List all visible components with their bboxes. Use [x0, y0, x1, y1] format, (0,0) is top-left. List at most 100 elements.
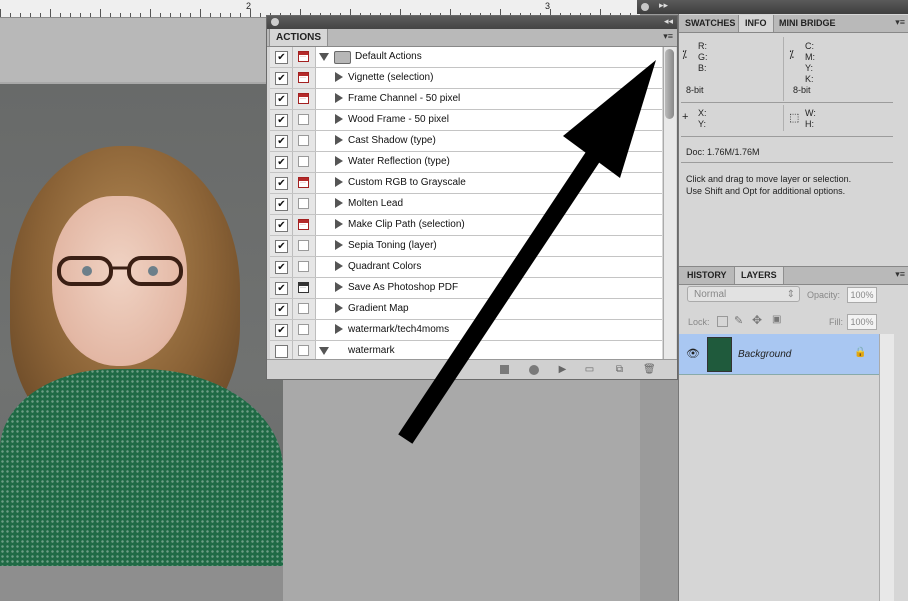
action-set-row[interactable]: watermark: [270, 341, 662, 361]
tab-history[interactable]: HISTORY: [681, 267, 733, 284]
action-row[interactable]: ✔ Make Clip Path (selection): [270, 215, 662, 236]
lock-move-icon[interactable]: ✥: [752, 313, 762, 327]
panel-menu-icon[interactable]: ▾≡: [895, 269, 905, 280]
item-toggle-checkbox[interactable]: ✔: [275, 93, 288, 106]
dialog-toggle-icon[interactable]: [298, 198, 309, 209]
disclosure-right-icon[interactable]: [335, 282, 343, 292]
eyedropper-icon[interactable]: ⁒: [682, 48, 687, 61]
dialog-toggle-icon[interactable]: [298, 51, 309, 62]
dock-close-icon[interactable]: [641, 3, 649, 11]
tab-mini-bridge[interactable]: MINI BRIDGE: [773, 15, 842, 32]
action-row[interactable]: ✔ Sepia Toning (layer): [270, 236, 662, 257]
close-icon[interactable]: [271, 18, 279, 26]
dialog-toggle-icon[interactable]: [298, 72, 309, 83]
dialog-toggle-icon[interactable]: [298, 93, 309, 104]
actions-panel[interactable]: ◂◂ ACTIONS ▾≡ ✔ Default Actions ✔ Vignette …: [266, 15, 678, 380]
action-row[interactable]: ✔ Gradient Map: [270, 299, 662, 320]
record-icon[interactable]: [529, 365, 539, 375]
disclosure-right-icon[interactable]: [335, 72, 343, 82]
actions-panel-titlebar[interactable]: ◂◂: [267, 16, 677, 29]
opacity-field[interactable]: 100%: [847, 287, 877, 303]
tab-layers[interactable]: LAYERS: [734, 267, 784, 284]
layer-name[interactable]: Background: [738, 349, 791, 360]
expand-icon[interactable]: ▸▸: [659, 0, 668, 11]
disclosure-right-icon[interactable]: [335, 135, 343, 145]
dialog-toggle-icon[interactable]: [298, 177, 309, 188]
item-toggle-checkbox[interactable]: ✔: [275, 303, 288, 316]
new-action-icon[interactable]: ⧉: [614, 364, 625, 375]
disclosure-right-icon[interactable]: [335, 324, 343, 334]
item-toggle-checkbox[interactable]: ✔: [275, 177, 288, 190]
dialog-toggle-icon[interactable]: [298, 324, 309, 335]
document-photo[interactable]: [0, 84, 283, 566]
item-toggle-checkbox[interactable]: ✔: [275, 114, 288, 127]
disclosure-right-icon[interactable]: [335, 261, 343, 271]
action-row[interactable]: ✔ Vignette (selection): [270, 68, 662, 89]
layer-thumbnail: [707, 337, 732, 372]
lock-brush-icon[interactable]: ✎: [734, 314, 743, 327]
trash-icon[interactable]: 🗑: [643, 364, 656, 375]
disclosure-right-icon[interactable]: [335, 156, 343, 166]
collapse-icon[interactable]: ◂◂: [664, 16, 673, 27]
dialog-toggle-icon[interactable]: [298, 303, 309, 314]
dialog-toggle-icon[interactable]: [298, 345, 309, 356]
item-toggle-checkbox[interactable]: ✔: [275, 219, 288, 232]
scrollbar-thumb[interactable]: [665, 49, 674, 119]
disclosure-right-icon[interactable]: [335, 93, 343, 103]
action-row[interactable]: ✔ Custom RGB to Grayscale: [270, 173, 662, 194]
layers-scrollbar[interactable]: [879, 334, 894, 601]
item-toggle-checkbox[interactable]: [275, 345, 288, 358]
disclosure-right-icon[interactable]: [335, 114, 343, 124]
tab-info[interactable]: INFO: [738, 15, 774, 32]
disclosure-right-icon[interactable]: [335, 219, 343, 229]
blend-mode-select[interactable]: Normal ⇕: [687, 286, 800, 302]
play-icon[interactable]: ▶: [557, 364, 568, 375]
disclosure-down-icon[interactable]: [319, 347, 329, 355]
dialog-toggle-icon[interactable]: [298, 282, 309, 293]
disclosure-right-icon[interactable]: [335, 240, 343, 250]
action-row[interactable]: ✔ Quadrant Colors: [270, 257, 662, 278]
item-toggle-checkbox[interactable]: ✔: [275, 282, 288, 295]
item-toggle-checkbox[interactable]: ✔: [275, 135, 288, 148]
action-row[interactable]: ✔ Water Reflection (type): [270, 152, 662, 173]
lock-transparent-icon[interactable]: [717, 316, 728, 327]
action-row[interactable]: ✔ Wood Frame - 50 pixel: [270, 110, 662, 131]
panel-menu-icon[interactable]: ▾≡: [663, 31, 673, 42]
panel-menu-icon[interactable]: ▾≡: [895, 17, 905, 28]
item-toggle-checkbox[interactable]: ✔: [275, 51, 288, 64]
dialog-toggle-icon[interactable]: [298, 114, 309, 125]
action-row[interactable]: ✔ Save As Photoshop PDF: [270, 278, 662, 299]
action-row[interactable]: ✔ Cast Shadow (type): [270, 131, 662, 152]
eyedropper-icon[interactable]: ⁒: [789, 48, 794, 61]
action-row[interactable]: ✔ Frame Channel - 50 pixel: [270, 89, 662, 110]
dialog-toggle-icon[interactable]: [298, 219, 309, 230]
dialog-toggle-icon[interactable]: [298, 240, 309, 251]
disclosure-right-icon[interactable]: [335, 177, 343, 187]
disclosure-right-icon[interactable]: [335, 303, 343, 313]
stop-icon[interactable]: [500, 365, 509, 374]
action-set-row[interactable]: ✔ Default Actions: [270, 47, 662, 68]
visibility-eye-icon[interactable]: 👁: [686, 347, 700, 360]
dock-titlebar[interactable]: ▸▸: [637, 0, 908, 14]
new-set-icon[interactable]: ▭: [584, 364, 595, 375]
item-toggle-checkbox[interactable]: ✔: [275, 72, 288, 85]
dialog-toggle-icon[interactable]: [298, 156, 309, 167]
item-toggle-checkbox[interactable]: ✔: [275, 156, 288, 169]
disclosure-down-icon[interactable]: [319, 53, 329, 61]
action-row[interactable]: ✔ watermark/tech4moms: [270, 320, 662, 341]
item-toggle-checkbox[interactable]: ✔: [275, 198, 288, 211]
actions-list[interactable]: ✔ Default Actions ✔ Vignette (selection) ✔ Fr…: [270, 47, 662, 361]
layer-background[interactable]: 👁 Background 🔒: [679, 334, 879, 375]
lock-all-icon[interactable]: ▣: [772, 314, 781, 325]
dialog-toggle-icon[interactable]: [298, 261, 309, 272]
actions-scrollbar[interactable]: [663, 47, 676, 361]
item-toggle-checkbox[interactable]: ✔: [275, 324, 288, 337]
item-toggle-checkbox[interactable]: ✔: [275, 261, 288, 274]
fill-field[interactable]: 100%: [847, 314, 877, 330]
tab-actions[interactable]: ACTIONS: [269, 29, 328, 46]
dialog-toggle-icon[interactable]: [298, 135, 309, 146]
disclosure-right-icon[interactable]: [335, 198, 343, 208]
action-row[interactable]: ✔ Molten Lead: [270, 194, 662, 215]
tab-swatches[interactable]: SWATCHES: [679, 15, 741, 32]
item-toggle-checkbox[interactable]: ✔: [275, 240, 288, 253]
